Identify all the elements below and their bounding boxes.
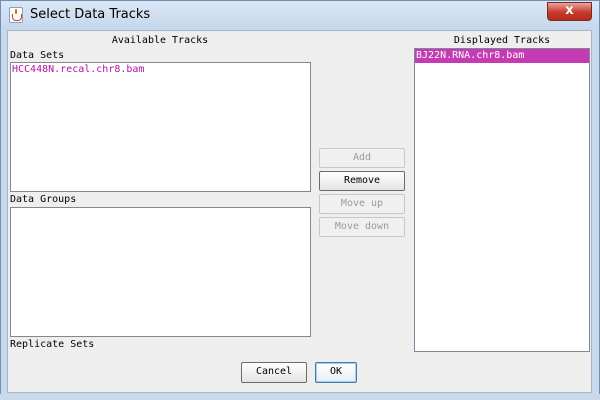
window-bottom-border [0,394,600,400]
close-icon: x [565,3,574,18]
cancel-button[interactable]: Cancel [241,362,307,383]
window-title: Select Data Tracks [30,7,151,22]
available-tracks-header: Available Tracks [111,35,209,46]
data-sets-list[interactable]: HCC448N.recal.chr8.bam [10,62,311,192]
java-coffee-cup-icon [9,7,23,23]
add-button[interactable]: Add [319,148,405,168]
ok-button[interactable]: OK [315,362,357,383]
list-item[interactable]: HCC448N.recal.chr8.bam [11,63,310,77]
close-button[interactable]: x [547,2,592,21]
data-sets-label: Data Sets [10,50,65,61]
list-item-selected[interactable]: BJ22N.RNA.chr8.bam [415,49,589,63]
remove-button[interactable]: Remove [319,171,405,191]
data-groups-list[interactable] [10,207,311,337]
title-bar[interactable]: Select Data Tracks x [1,1,599,30]
displayed-tracks-list[interactable]: BJ22N.RNA.chr8.bam [414,48,590,352]
move-down-button[interactable]: Move down [319,217,405,237]
dialog-content: Available Tracks Data Sets HCC448N.recal… [7,30,592,393]
replicate-sets-label: Replicate Sets [10,339,95,350]
displayed-tracks-header: Displayed Tracks [453,35,551,46]
data-groups-label: Data Groups [10,194,77,205]
move-up-button[interactable]: Move up [319,194,405,214]
